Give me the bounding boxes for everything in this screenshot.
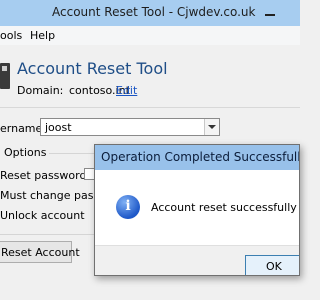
header-separator bbox=[0, 107, 300, 108]
username-value: joost bbox=[45, 121, 72, 134]
menu-bar: ools Help bbox=[0, 26, 300, 45]
ok-button-label: OK bbox=[266, 260, 282, 273]
reset-account-label: Reset Account bbox=[1, 246, 80, 259]
success-dialog: Operation Completed Successfully i Accou… bbox=[94, 144, 300, 276]
menu-tools[interactable]: ools bbox=[0, 29, 22, 42]
edit-domain-link[interactable]: Edit bbox=[116, 84, 137, 97]
dialog-titlebar: Operation Completed Successfully bbox=[95, 145, 300, 170]
chevron-down-icon[interactable] bbox=[204, 119, 219, 135]
info-icon: i bbox=[116, 195, 140, 219]
minimize-button[interactable] bbox=[262, 5, 278, 19]
app-icon bbox=[0, 63, 10, 89]
dialog-message: Account reset successfully bbox=[151, 201, 297, 214]
app-title: Account Reset Tool bbox=[17, 59, 168, 78]
reset-account-button[interactable]: Reset Account bbox=[0, 241, 80, 263]
options-legend: Options bbox=[0, 146, 50, 159]
window-titlebar: Account Reset Tool - Cjwdev.co.uk bbox=[0, 0, 300, 26]
must-change-password-label: Must change passw bbox=[0, 189, 109, 202]
username-combobox[interactable]: joost bbox=[40, 118, 220, 136]
reset-password-label: Reset password: bbox=[0, 169, 91, 182]
unlock-account-label: Unlock account bbox=[0, 209, 85, 222]
menu-help[interactable]: Help bbox=[30, 29, 55, 42]
window-title: Account Reset Tool - Cjwdev.co.uk bbox=[52, 5, 256, 19]
domain-label: Domain: bbox=[17, 84, 64, 97]
dialog-title: Operation Completed Successfully bbox=[101, 150, 300, 164]
ok-button[interactable]: OK bbox=[245, 255, 299, 275]
